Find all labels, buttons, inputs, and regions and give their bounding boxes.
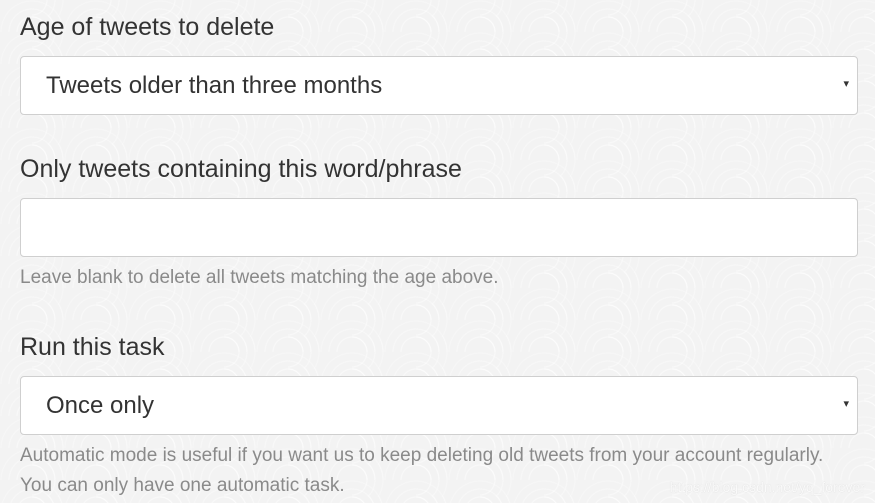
age-select-value: Tweets older than three months xyxy=(46,72,383,99)
age-select[interactable]: Tweets older than three months ▾ xyxy=(20,56,858,115)
run-select[interactable]: Once only ▾ xyxy=(20,376,858,435)
run-select-value: Once only xyxy=(46,392,155,419)
chevron-down-icon: ▾ xyxy=(843,78,849,90)
phrase-input-wrapper xyxy=(20,198,858,257)
watermark: https://blog.csdn.net/yq_forever xyxy=(669,479,865,495)
run-label: Run this task xyxy=(20,333,165,361)
phrase-label: Only tweets containing this word/phrase xyxy=(20,155,462,183)
age-label: Age of tweets to delete xyxy=(20,13,275,41)
phrase-input[interactable] xyxy=(21,199,857,256)
phrase-help-text: Leave blank to delete all tweets matchin… xyxy=(20,267,499,288)
chevron-down-icon: ▾ xyxy=(843,398,849,410)
